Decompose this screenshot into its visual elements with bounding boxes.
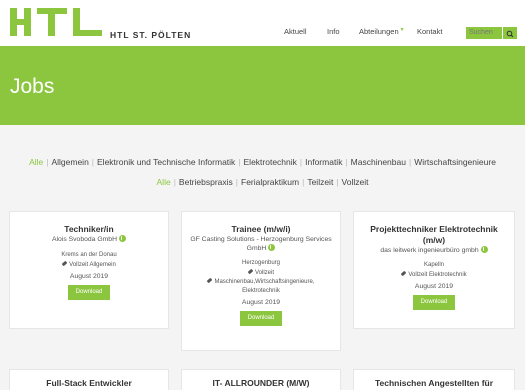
filter-type-teilzeit[interactable]: Teilzeit xyxy=(307,177,333,187)
job-title: Technischen Angestellten für xyxy=(374,378,494,388)
search-input[interactable] xyxy=(466,27,502,39)
nav-aktuell[interactable]: Aktuell xyxy=(284,27,307,36)
job-card: Projekttechniker Elektrotechnik (m/w) da… xyxy=(353,211,515,329)
htl-logo[interactable] xyxy=(10,8,102,36)
job-tags-text: Vollzeit Elektrotechnik xyxy=(408,272,467,278)
search-button[interactable] xyxy=(503,27,517,39)
nav-info[interactable]: Info xyxy=(327,27,340,36)
department-filter: Alle | Allgemein | Elektronik und Technische… xyxy=(0,157,525,167)
divider: | xyxy=(238,157,241,167)
filter-dept-informatik[interactable]: Informatik xyxy=(305,157,342,167)
logo-text: HTL ST. PÖLTEN xyxy=(110,30,192,40)
filter-dept-alle[interactable]: Alle xyxy=(29,157,43,167)
download-button[interactable]: Download xyxy=(240,311,282,326)
job-card: Techniker/in Alois Svoboda GmbH Krems an… xyxy=(9,211,169,329)
filter-type-betriebspraxis[interactable]: Betriebspraxis xyxy=(179,177,233,187)
nav-kontakt[interactable]: Kontakt xyxy=(417,27,442,36)
job-company-name: GF Casting Solutions - Herzogenburg Serv… xyxy=(190,236,332,252)
job-title: IT- ALLROUNDER (M/W) xyxy=(212,378,310,388)
filter-type-vollzeit[interactable]: Vollzeit xyxy=(342,177,369,187)
divider: | xyxy=(173,177,176,187)
tag-icon xyxy=(61,260,68,267)
nav-abteilungen[interactable]: Abteilungen▼ xyxy=(359,27,405,36)
job-tag-dept-text: Maschinenbau,Wirtschaftsingenieure, Elek… xyxy=(214,279,315,294)
divider: | xyxy=(336,177,339,187)
divider: | xyxy=(408,157,412,167)
filter-type-ferialpraktikum[interactable]: Ferialpraktikum xyxy=(241,177,299,187)
job-company: Alois Svoboda GmbH xyxy=(10,235,168,244)
job-tag-dept: Maschinenbau,Wirtschaftsingenieure, Elek… xyxy=(182,277,340,296)
page-banner: Jobs xyxy=(0,46,525,125)
job-company-name: Alois Svoboda GmbH xyxy=(52,236,117,243)
job-location: Krems an der Donau xyxy=(61,252,117,258)
tag-icon xyxy=(400,270,407,277)
divider: | xyxy=(91,157,95,167)
chevron-down-icon: ▼ xyxy=(399,27,405,33)
job-date: August 2019 xyxy=(414,283,454,290)
job-date: August 2019 xyxy=(241,299,281,306)
job-title: Full-Stack Entwickler xyxy=(46,378,132,388)
job-title: Trainee (m/w/i) xyxy=(231,224,291,234)
site-header: HTL ST. PÖLTEN Aktuell Info Abteilungen▼… xyxy=(0,0,525,46)
divider: | xyxy=(46,157,49,167)
job-company-name: das leitwerk ingenieurbüro gmbh xyxy=(380,247,479,254)
download-button[interactable]: Download xyxy=(413,295,455,310)
job-title: Techniker/in xyxy=(64,224,114,234)
globe-icon[interactable] xyxy=(480,246,488,253)
type-filter: Alle | Betriebspraxis | Ferialpraktikum | Teil… xyxy=(0,177,525,187)
nav-abteilungen-label: Abteilungen xyxy=(359,27,399,36)
tag-icon xyxy=(207,277,213,284)
job-company: GF Casting Solutions - Herzogenburg Serv… xyxy=(182,235,340,253)
filter-dept-allgemein[interactable]: Allgemein xyxy=(51,157,88,167)
download-button[interactable]: Download xyxy=(68,285,110,300)
filter-type-alle[interactable]: Alle xyxy=(157,177,171,187)
job-tag-type: Vollzeit xyxy=(182,268,340,278)
filter-dept-elektrotechnik[interactable]: Elektrotechnik xyxy=(244,157,297,167)
filter-dept-elektronik[interactable]: Elektronik und Technische Informatik xyxy=(97,157,235,167)
job-location: Kapelln xyxy=(423,262,444,268)
divider: | xyxy=(299,157,303,167)
divider: | xyxy=(235,177,238,187)
job-card: Technischen Angestellten für xyxy=(353,369,515,390)
search-icon xyxy=(506,30,514,38)
job-tags: Vollzeit Allgemein xyxy=(10,260,168,270)
tag-icon xyxy=(247,268,254,275)
job-tags-text: Vollzeit Allgemein xyxy=(69,262,116,268)
job-location: Herzogenburg xyxy=(241,260,281,266)
globe-icon[interactable] xyxy=(118,235,126,242)
divider: | xyxy=(302,177,305,187)
globe-icon[interactable] xyxy=(268,244,276,251)
job-card: Full-Stack Entwickler xyxy=(9,369,169,390)
job-card: IT- ALLROUNDER (M/W) xyxy=(181,369,341,390)
job-card: Trainee (m/w/i) GF Casting Solutions - H… xyxy=(181,211,341,351)
filter-dept-maschinenbau[interactable]: Maschinenbau xyxy=(351,157,406,167)
divider: | xyxy=(345,157,348,167)
job-company: das leitwerk ingenieurbüro gmbh xyxy=(354,246,514,255)
job-tag-type-text: Vollzeit xyxy=(254,270,274,276)
job-date: August 2019 xyxy=(69,273,109,280)
filter-dept-wirtschaftsingenieure[interactable]: Wirtschaftsingenieure xyxy=(414,157,496,167)
page-title: Jobs xyxy=(10,75,55,98)
job-title: Projekttechniker Elektrotechnik (m/w) xyxy=(370,224,498,245)
job-tags: Vollzeit Elektrotechnik xyxy=(354,270,514,280)
